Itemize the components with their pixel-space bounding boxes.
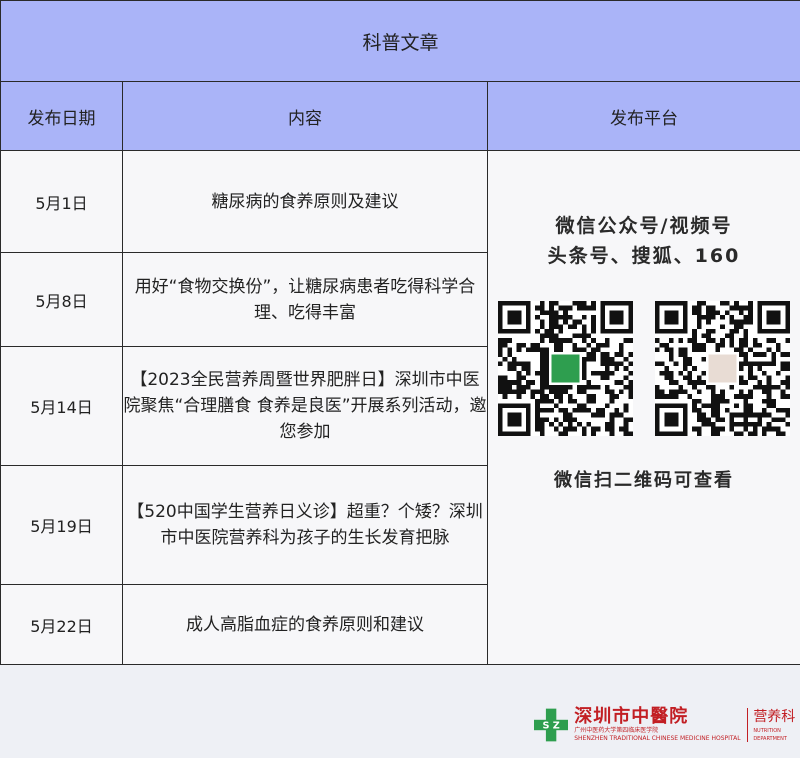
hospital-logo: S Z 深圳市中醫院 广州中医药大学第四临床医学院 SHENZHEN TRADI… — [534, 703, 800, 747]
department-name-en: NUTRITION DEPARTMENT — [753, 728, 787, 742]
qr-code-row — [488, 301, 800, 436]
hospital-subtitle-cn: 广州中医药大学第四临床医学院 — [574, 727, 659, 734]
row-content: 用好“食物交换份”，让糖尿病患者吃得科学合理、吃得丰富 — [122, 252, 488, 347]
row-date: 5月19日 — [0, 465, 123, 585]
article-table: 科普文章 发布日期 内容 发布平台 5月1日 糖尿病的食养原则及建议 微信公众号… — [0, 0, 800, 665]
hospital-name: 深圳市中醫院 — [574, 706, 689, 727]
hospital-name-block: 深圳市中醫院 广州中医药大学第四临床医学院 SHENZHEN TRADITION… — [574, 707, 740, 743]
department-name: 营养科 — [753, 709, 796, 725]
platform-text: 微信公众号/视频号 头条号、搜狐、160 — [488, 211, 800, 271]
row-date: 5月22日 — [0, 584, 123, 665]
logo-divider — [746, 708, 748, 742]
row-content: 糖尿病的食养原则及建议 — [122, 150, 488, 253]
qr-code-icon — [655, 301, 790, 436]
header-date: 发布日期 — [0, 81, 123, 151]
hospital-emblem-icon: S Z — [534, 708, 569, 742]
header-platform: 发布平台 — [487, 81, 800, 151]
row-content: 【520中国学生营养日义诊】超重？个矮？深圳市中医院营养科为孩子的生长发育把脉 — [122, 465, 488, 585]
row-date: 5月14日 — [0, 346, 123, 466]
qr-code-icon — [498, 301, 633, 436]
row-content: 成人高脂血症的食养原则和建议 — [122, 584, 488, 665]
platform-line-1: 微信公众号/视频号 — [555, 215, 733, 237]
table-row: 5月1日 糖尿病的食养原则及建议 微信公众号/视频号 头条号、搜狐、160 微信… — [0, 150, 800, 665]
scan-instruction: 微信扫二维码可查看 — [554, 470, 734, 491]
row-date: 5月1日 — [0, 150, 123, 253]
platform-line-2: 头条号、搜狐、160 — [547, 245, 741, 267]
platform-cell: 微信公众号/视频号 头条号、搜狐、160 微信扫二维码可查看 — [487, 150, 800, 665]
table-title: 科普文章 — [0, 0, 800, 82]
header-content: 内容 — [122, 81, 488, 151]
row-content: 【2023全民营养周暨世界肥胖日】深圳市中医院聚焦“合理膳食 食养是良医”开展系… — [122, 346, 488, 466]
svg-text:S Z: S Z — [542, 721, 559, 732]
row-date: 5月8日 — [0, 252, 123, 347]
hospital-subtitle-en: SHENZHEN TRADITIONAL CHINESE MEDICINE HO… — [574, 735, 741, 742]
department-block: 营养科 NUTRITION DEPARTMENT — [753, 707, 800, 743]
